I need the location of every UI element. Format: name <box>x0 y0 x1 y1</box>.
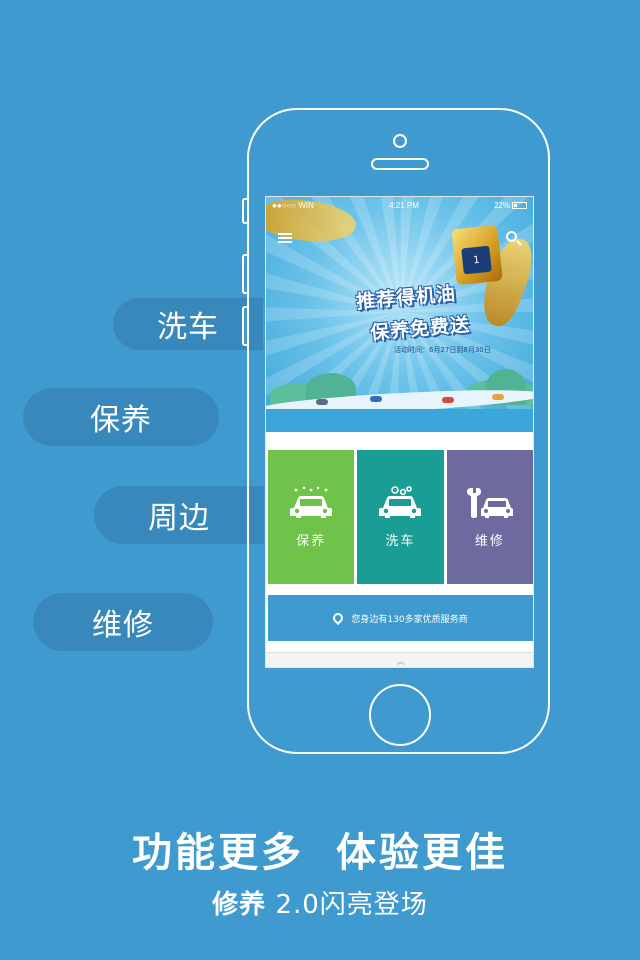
tagline-brand: 修养 <box>212 890 267 920</box>
side-label-nearby: 周边 <box>94 486 264 544</box>
chevron-up-icon: ︽ <box>396 656 405 666</box>
nearby-providers-bar[interactable]: 您身边有130多家优质服务商 <box>268 595 533 641</box>
side-label-maintenance: 保养 <box>23 388 219 446</box>
tile-repair[interactable]: 维修 <box>446 450 533 584</box>
tile-maintenance-label: 保养 <box>296 533 327 549</box>
tagline-version: 2.0闪亮登场 <box>266 890 428 920</box>
tagline-headline: 功能更多 体验更佳 <box>0 820 640 878</box>
home-button[interactable] <box>369 684 431 746</box>
car-wash-icon <box>379 485 422 518</box>
service-tiles: 保养 洗车 维修 <box>268 450 533 584</box>
pull-up-handle[interactable]: ︽ <box>266 652 533 667</box>
car-icon <box>370 396 382 402</box>
status-battery-text: 22% <box>493 200 510 210</box>
status-battery: 22% <box>494 201 527 210</box>
promo-banner[interactable]: 1 推荐得机油 保养免费送 活动时间：6月27日到8月30日 <box>266 197 533 432</box>
status-bar: ●●○○○ WIN 4:21 PM 22% <box>266 197 533 213</box>
side-label-wash: 洗车 <box>113 298 263 350</box>
car-wrench-icon <box>466 487 513 518</box>
side-label-repair: 维修 <box>33 593 213 651</box>
search-icon[interactable] <box>506 231 517 242</box>
tile-car-wash[interactable]: 洗车 <box>357 450 444 584</box>
status-carrier: ●●○○○ WIN <box>272 200 314 210</box>
oil-can-label: 1 <box>461 245 492 275</box>
car-icon <box>442 397 454 403</box>
car-sparkle-icon <box>290 486 333 518</box>
tile-car-wash-label: 洗车 <box>385 533 416 549</box>
car-icon <box>316 399 328 405</box>
phone-camera <box>393 134 407 148</box>
tagline-part1: 功能更多 <box>132 830 304 876</box>
tagline-part2: 体验更佳 <box>336 830 508 876</box>
status-time: 4:21 PM <box>389 200 419 210</box>
battery-icon <box>512 201 527 209</box>
tile-maintenance[interactable]: 保养 <box>268 450 355 584</box>
nearby-providers-text: 您身边有130多家优质服务商 <box>351 614 468 625</box>
menu-icon[interactable] <box>278 233 292 243</box>
car-icon <box>492 394 504 400</box>
promo-date: 活动时间：6月27日到8月30日 <box>394 346 491 354</box>
banner-bottom <box>266 409 533 432</box>
phone-speaker <box>371 158 429 170</box>
location-pin-icon <box>331 610 346 626</box>
tagline-subline: 修养 2.0闪亮登场 <box>0 884 640 921</box>
tile-repair-label: 维修 <box>474 533 505 549</box>
promo-headline: 推荐得机油 保养免费送 <box>306 283 506 345</box>
app-screen: 1 推荐得机油 保养免费送 活动时间：6月27日到8月30日 ●●○○○ WIN… <box>265 196 534 668</box>
